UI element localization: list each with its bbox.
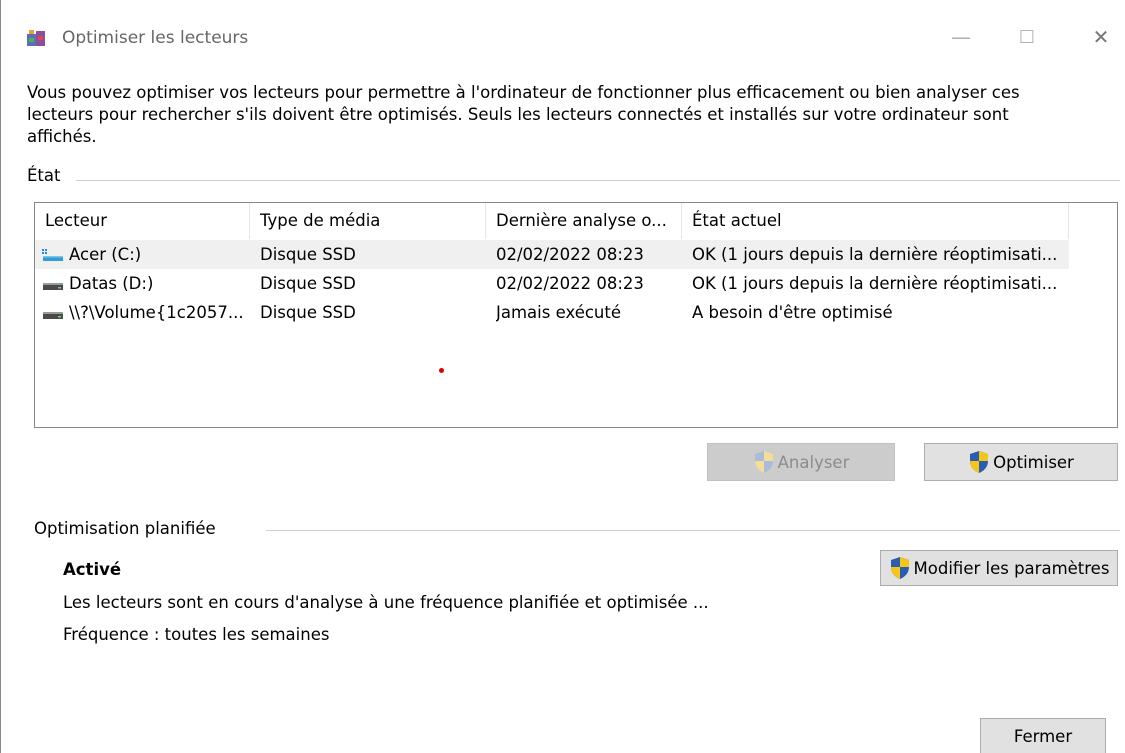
drive-icon xyxy=(43,283,63,290)
drive-row-d[interactable]: Datas (D:) Disque SSD 02/02/2022 08:23 O… xyxy=(35,269,1069,298)
column-header-media-type[interactable]: Type de média xyxy=(250,203,486,239)
uac-shield-icon xyxy=(754,451,773,473)
drives-list[interactable]: Lecteur Type de média Dernière analyse o… xyxy=(34,202,1118,428)
optimize-drives-window: Optimiser les lecteurs — ☐ ✕ Vous pouvez… xyxy=(0,0,1125,753)
last-analysis: Jamais exécuté xyxy=(496,303,622,322)
status-group-divider xyxy=(76,180,1120,181)
intro-description: Vous pouvez optimiser vos lecteurs pour … xyxy=(27,83,1020,146)
column-header-drive[interactable]: Lecteur xyxy=(35,203,250,239)
scheduled-group-label: Optimisation planifiée xyxy=(34,519,216,538)
maximize-button[interactable]: ☐ xyxy=(1007,22,1047,52)
analyze-button[interactable]: Analyser xyxy=(707,443,895,481)
drive-name: Acer (C:) xyxy=(69,245,142,264)
current-status: OK (1 jours depuis la dernière réoptimis… xyxy=(692,274,1058,293)
title-bar: Optimiser les lecteurs — ☐ ✕ xyxy=(1,0,1125,76)
drive-row-volume[interactable]: \\?\Volume{1c2057... Disque SSD Jamais e… xyxy=(35,298,1069,327)
media-type: Disque SSD xyxy=(260,303,356,322)
uac-shield-icon xyxy=(970,451,989,473)
drive-icon xyxy=(43,312,63,319)
scheduled-description: Les lecteurs sont en cours d'analyse à u… xyxy=(63,593,709,612)
uac-shield-icon xyxy=(890,557,909,579)
media-type: Disque SSD xyxy=(260,274,356,293)
change-settings-label: Modifier les paramètres xyxy=(913,558,1110,578)
drive-name: Datas (D:) xyxy=(69,274,154,293)
status-group-label: État xyxy=(27,166,61,185)
defrag-app-icon xyxy=(27,30,45,46)
current-status: OK (1 jours depuis la dernière réoptimis… xyxy=(692,245,1058,264)
close-window-button[interactable]: ✕ xyxy=(1081,22,1121,52)
window-title: Optimiser les lecteurs xyxy=(62,28,249,48)
change-settings-button[interactable]: Modifier les paramètres xyxy=(880,550,1118,586)
windows-drive-icon xyxy=(42,249,63,261)
optimize-label: Optimiser xyxy=(993,452,1074,472)
current-status: A besoin d'être optimisé xyxy=(692,303,893,322)
scheduled-group-divider xyxy=(266,530,1120,531)
last-analysis: 02/02/2022 08:23 xyxy=(496,245,644,264)
column-header-last-analysis[interactable]: Dernière analyse o... xyxy=(486,203,682,239)
last-analysis: 02/02/2022 08:23 xyxy=(496,274,644,293)
close-button[interactable]: Fermer xyxy=(980,718,1106,753)
analyze-label: Analyser xyxy=(777,452,850,472)
drive-name: \\?\Volume{1c2057... xyxy=(69,303,244,322)
red-dot-marker xyxy=(439,368,444,373)
media-type: Disque SSD xyxy=(260,245,356,264)
drives-list-header: Lecteur Type de média Dernière analyse o… xyxy=(35,203,1069,239)
optimize-button[interactable]: Optimiser xyxy=(924,443,1118,481)
minimize-button[interactable]: — xyxy=(941,22,981,52)
scheduled-frequency: Fréquence : toutes les semaines xyxy=(63,625,330,644)
column-header-current-status[interactable]: État actuel xyxy=(682,203,1069,239)
drive-row-c[interactable]: Acer (C:) Disque SSD 02/02/2022 08:23 OK… xyxy=(35,240,1069,269)
scheduled-state: Activé xyxy=(63,560,122,579)
